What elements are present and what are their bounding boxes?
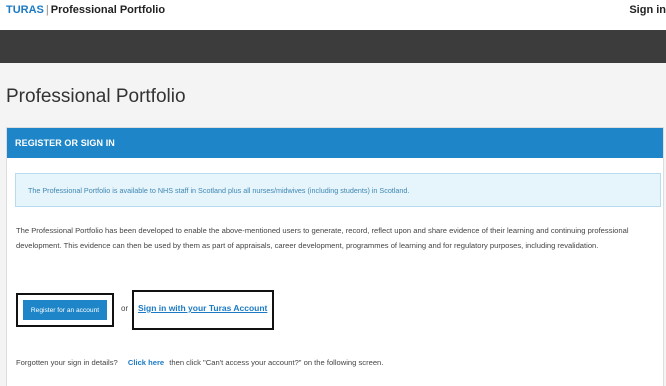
register-button[interactable]: Register for an account [23,300,107,320]
signin-highlight-box: Sign in with your Turas Account [132,290,274,330]
info-text: The Professional Portfolio is available … [28,185,410,195]
turas-logo: TURAS [6,4,44,16]
forgot-details-row: Forgotten your sign in details? Click he… [16,358,383,367]
page-title: Professional Portfolio [6,86,186,107]
top-bar: TURAS | Professional Portfolio Sign in [0,0,666,30]
forgot-suffix: then click "Can't access your account?" … [169,358,384,367]
brand-separator: | [45,4,49,16]
register-panel: REGISTER OR SIGN IN The Professional Por… [6,127,664,386]
click-here-link[interactable]: Click here [128,358,164,367]
forgot-prefix: Forgotten your sign in details? [16,358,118,367]
sign-in-link[interactable]: Sign in [629,4,666,16]
nav-bar [0,30,666,63]
panel-heading: REGISTER OR SIGN IN [7,128,663,158]
register-highlight-box: Register for an account [16,293,114,327]
turas-signin-link[interactable]: Sign in with your Turas Account [138,303,267,313]
description-text: The Professional Portfolio has been deve… [16,226,629,250]
brand[interactable]: TURAS | Professional Portfolio [6,4,165,16]
app-name: Professional Portfolio [50,4,166,16]
action-row: Register for an account or Sign in with … [16,290,416,330]
info-alert: The Professional Portfolio is available … [15,173,661,207]
or-label: or [121,304,129,313]
